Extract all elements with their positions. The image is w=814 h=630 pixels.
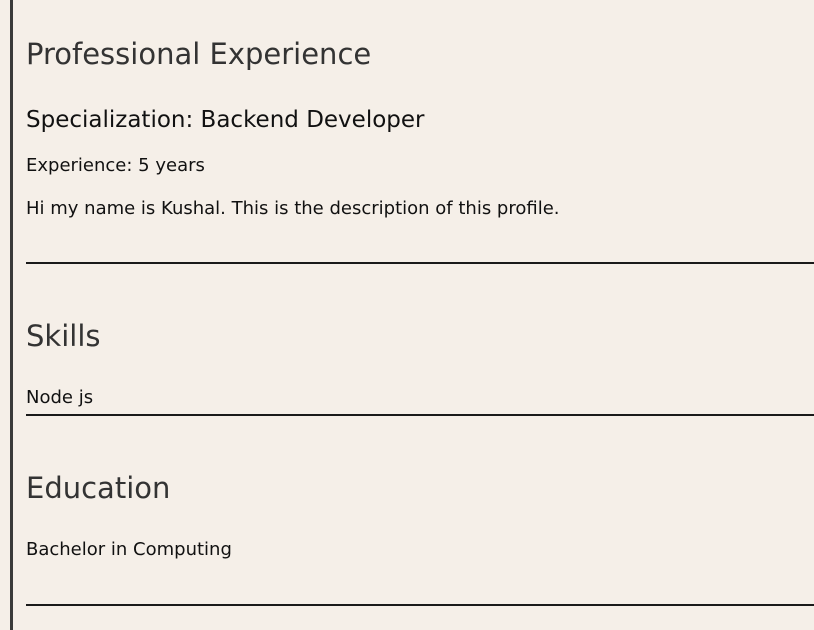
specialization-text: Specialization: Backend Developer	[26, 107, 425, 133]
education-heading: Education	[26, 471, 171, 505]
education-item: Bachelor in Computing	[26, 539, 232, 560]
profile-description: Hi my name is Kushal. This is the descri…	[26, 198, 560, 219]
left-border-rule	[10, 0, 13, 630]
skills-heading: Skills	[26, 319, 101, 353]
skill-item: Node js	[26, 387, 94, 408]
skills-divider	[26, 414, 814, 416]
education-divider	[26, 604, 814, 606]
experience-years-text: Experience: 5 years	[26, 155, 205, 176]
experience-heading: Professional Experience	[26, 37, 372, 71]
experience-divider	[26, 262, 814, 264]
